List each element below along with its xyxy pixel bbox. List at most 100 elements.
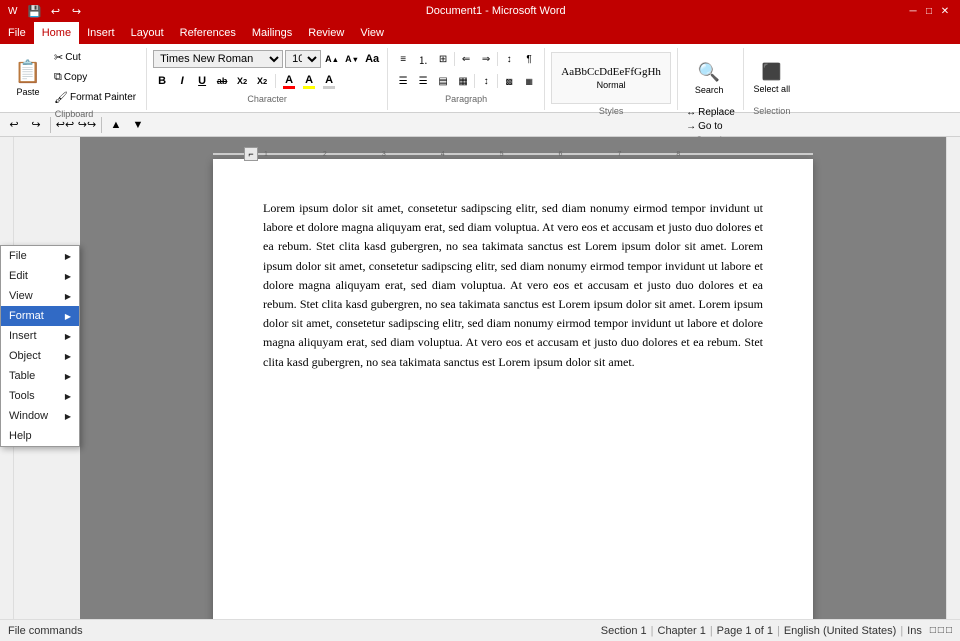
sort-btn[interactable]: ↕ [500, 50, 518, 68]
ctx-window[interactable]: Window ▶ [1, 406, 79, 426]
ctx-edit[interactable]: Edit ▶ [1, 266, 79, 286]
show-marks-btn[interactable]: ¶ [520, 50, 538, 68]
align-right-btn[interactable]: ▤ [434, 72, 452, 90]
ctx-view[interactable]: View ▶ [1, 286, 79, 306]
border-btn[interactable]: ▦ [520, 72, 538, 90]
align-center-btn[interactable]: ☰ [414, 72, 432, 90]
search-icon: 🔍 [698, 62, 720, 83]
shading-btn[interactable]: ▩ [500, 72, 518, 90]
align-left-btn[interactable]: ☰ [394, 72, 412, 90]
paste-button[interactable]: 📋 Paste [8, 52, 48, 104]
line-spacing-btn[interactable]: ↕ [477, 72, 495, 90]
ctx-tools[interactable]: Tools ▶ [1, 386, 79, 406]
style-normal[interactable]: AaBbCcDdEeFfGgHh Normal [561, 66, 661, 90]
save-quick-btn[interactable]: 💾 [25, 2, 43, 20]
ctx-object-label: Object [9, 350, 41, 362]
format-painter-button[interactable]: 🖌 Format Painter [50, 88, 140, 107]
menu-review[interactable]: Review [300, 22, 352, 44]
font-color-bar [283, 86, 295, 89]
status-sep4: | [900, 625, 903, 637]
status-sep2: | [710, 625, 713, 637]
format-painter-icon: 🖌 [54, 91, 68, 104]
copy-button[interactable]: ⧉ Copy [50, 68, 140, 87]
ctx-tools-arrow: ▶ [65, 392, 71, 401]
document-page[interactable]: Lorem ipsum dolor sit amet, consetetur s… [213, 159, 813, 619]
ctx-format[interactable]: Format ▶ [1, 306, 79, 326]
font-color-icon: A [285, 74, 293, 86]
copy-icon: ⧉ [54, 71, 62, 84]
select-all-btn[interactable]: ⬛ Select all [750, 52, 794, 104]
underline-btn[interactable]: U [193, 72, 211, 90]
maximize-btn[interactable]: □ [922, 4, 936, 18]
language-label: English (United States) [784, 625, 897, 637]
ctx-file[interactable]: File ▶ [1, 246, 79, 266]
ribbon: 📋 Paste ✂ Cut ⧉ Copy 🖌 Format Painter [0, 44, 960, 113]
italic-btn[interactable]: I [173, 72, 191, 90]
menu-mailings[interactable]: Mailings [244, 22, 300, 44]
subscript-btn[interactable]: X2 [233, 72, 251, 90]
redo-multiple-btn[interactable]: ↪↪ [77, 115, 97, 135]
ctx-insert-label: Insert [9, 330, 37, 342]
select-all-label: Select all [754, 84, 791, 94]
ctx-object-arrow: ▶ [65, 352, 71, 361]
down-btn[interactable]: ▼ [128, 115, 148, 135]
ctx-object[interactable]: Object ▶ [1, 346, 79, 366]
menu-insert[interactable]: Insert [79, 22, 123, 44]
menu-layout[interactable]: Layout [123, 22, 172, 44]
paragraph-controls: ≡ ⒈ ⊞ ⇐ ⇒ ↕ ¶ ☰ ☰ ▤ ▦ ↕ [394, 48, 538, 92]
close-btn[interactable]: ✕ [938, 4, 952, 18]
find-btn[interactable]: 🔍 Search [684, 52, 734, 104]
cut-button[interactable]: ✂ Cut [50, 48, 140, 67]
highlight-color-bar [303, 86, 315, 89]
redo-quick-btn[interactable]: ↪ [67, 2, 85, 20]
clipboard-small-group: ✂ Cut ⧉ Copy 🖌 Format Painter [50, 48, 140, 107]
numbering-btn[interactable]: ⒈ [414, 50, 432, 68]
ribbon-content: 📋 Paste ✂ Cut ⧉ Copy 🖌 Format Painter [0, 44, 960, 112]
paste-label: Paste [16, 87, 39, 97]
replace-btn[interactable]: ↔ Replace [684, 106, 737, 119]
workspace: File ▶ Edit ▶ View ▶ Format ▶ Insert ▶ O… [0, 137, 960, 619]
redo-btn[interactable]: ↪ [26, 115, 46, 135]
bold-btn[interactable]: B [153, 72, 171, 90]
undo-multiple-btn[interactable]: ↩↩ [55, 115, 75, 135]
ruler-mark-1: 1 [264, 151, 268, 158]
menu-home[interactable]: Home [34, 22, 79, 44]
menu-view[interactable]: View [352, 22, 392, 44]
change-case-btn[interactable]: Aa [363, 50, 381, 68]
paste-icon: 📋 [14, 59, 41, 85]
clear-format-btn[interactable]: A [320, 72, 338, 90]
ruler-marks: 1 2 3 4 5 6 7 8 [264, 151, 680, 158]
font-size-select[interactable]: 10 [285, 50, 321, 68]
up-btn[interactable]: ▲ [106, 115, 126, 135]
undo-quick-btn[interactable]: ↩ [46, 2, 64, 20]
menu-file[interactable]: File [0, 22, 34, 44]
bullets-btn[interactable]: ≡ [394, 50, 412, 68]
highlight-btn[interactable]: A [300, 72, 318, 90]
font-name-select[interactable]: Times New Roman [153, 50, 283, 68]
superscript-btn[interactable]: X2 [253, 72, 271, 90]
ctx-help[interactable]: Help [1, 426, 79, 446]
font-color-btn[interactable]: A [280, 72, 298, 90]
grow-font-btn[interactable]: A▲ [323, 50, 341, 68]
ctx-insert-arrow: ▶ [65, 332, 71, 341]
ctx-insert[interactable]: Insert ▶ [1, 326, 79, 346]
menu-references[interactable]: References [172, 22, 244, 44]
tab-stop-indicator[interactable]: ⌐ [244, 147, 258, 161]
justify-btn[interactable]: ▦ [454, 72, 472, 90]
shrink-font-btn[interactable]: A▼ [343, 50, 361, 68]
para-sep3 [474, 74, 475, 88]
selection-group: ⬛ Select all Selection [744, 48, 800, 110]
ruler-mark-6: 6 [559, 151, 563, 158]
undo-btn[interactable]: ↩ [4, 115, 24, 135]
multilevel-btn[interactable]: ⊞ [434, 50, 452, 68]
right-scrollbar[interactable] [946, 137, 960, 619]
goto-btn[interactable]: → Go to [684, 120, 737, 133]
font-row1: Times New Roman 10 A▲ A▼ Aa [153, 50, 381, 68]
outdent-btn[interactable]: ⇐ [457, 50, 475, 68]
ctx-file-label: File [9, 250, 27, 262]
ctx-table[interactable]: Table ▶ [1, 366, 79, 386]
styles-box: AaBbCcDdEeFfGgHh Normal [551, 52, 671, 104]
minimize-btn[interactable]: ─ [906, 4, 920, 18]
indent-btn[interactable]: ⇒ [477, 50, 495, 68]
strikethrough-btn[interactable]: ab [213, 72, 231, 90]
